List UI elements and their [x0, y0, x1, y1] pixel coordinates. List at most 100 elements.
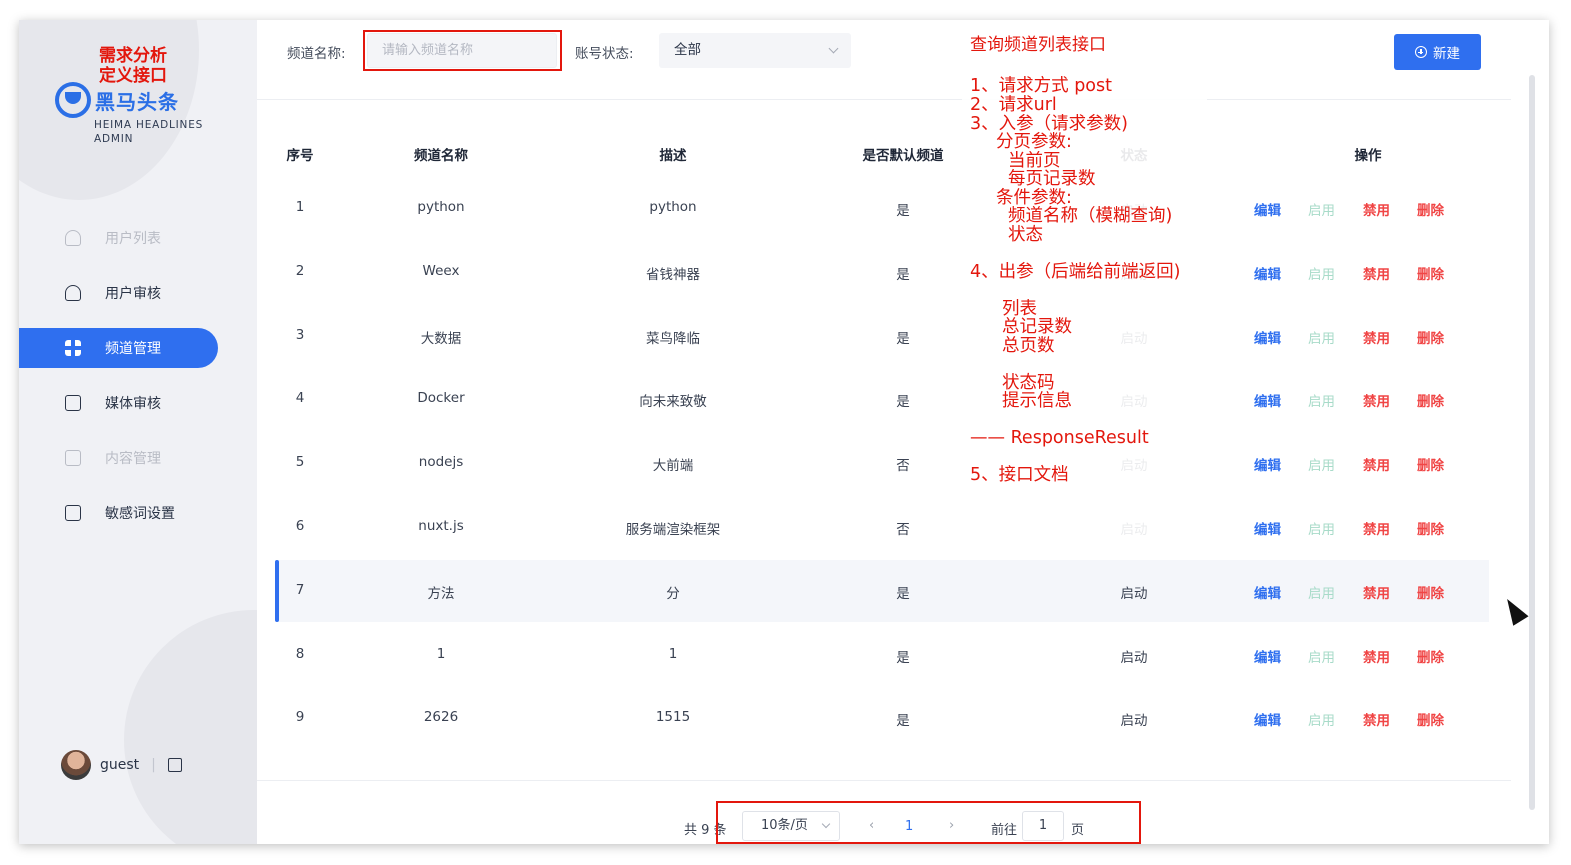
- cell-desc: 省钱神器: [646, 266, 700, 283]
- delete-button[interactable]: 删除: [1417, 646, 1444, 666]
- delete-button[interactable]: 删除: [1417, 518, 1444, 538]
- table-row[interactable]: 8 1 1 是 启动 编辑 启用 禁用 删除: [277, 624, 1489, 686]
- annotation-panel: 查询频道列表接口 1、请求方式 post 2、请求url 3、入参（请求参数) …: [962, 36, 1207, 558]
- disable-button[interactable]: 禁用: [1363, 454, 1390, 474]
- table-row[interactable]: 4Docker向未来致敬是启动编辑启用禁用删除: [277, 368, 1489, 430]
- table-row[interactable]: 2Weex省钱神器是启动编辑启用禁用删除: [277, 241, 1489, 303]
- disable-button[interactable]: 禁用: [1363, 327, 1390, 347]
- cell-name: Weex: [422, 262, 460, 279]
- disable-button[interactable]: 禁用: [1363, 518, 1390, 538]
- cell-name: 方法: [427, 585, 455, 602]
- delete-button[interactable]: 删除: [1417, 454, 1444, 474]
- cell-no: 8: [295, 645, 305, 662]
- cell-status: 启动: [1120, 713, 1148, 730]
- table-row[interactable]: 1pythonpython是启动编辑启用禁用删除: [277, 177, 1489, 239]
- cell-default: 否: [896, 522, 910, 538]
- enable-button[interactable]: 启用: [1308, 454, 1335, 474]
- chevron-down-icon: [828, 43, 839, 54]
- filter-bar: 频道名称: 请输入频道名称 账号状态: 全部 新建: [257, 20, 1511, 100]
- edit-button[interactable]: 编辑: [1254, 646, 1281, 666]
- vertical-scrollbar[interactable]: [1529, 75, 1535, 810]
- annotation-line: 状态码: [1002, 373, 1055, 393]
- cell-default: 是: [896, 330, 910, 347]
- annotation-line: 需求分析: [99, 46, 167, 66]
- cell-desc: 1515: [655, 709, 691, 726]
- status-select[interactable]: 全部: [659, 33, 851, 68]
- annotation-line: 总页数: [1002, 336, 1055, 356]
- cell-desc: 大前端: [652, 458, 694, 475]
- cell-name: 1: [436, 645, 446, 662]
- delete-button[interactable]: 删除: [1417, 263, 1444, 283]
- enable-button[interactable]: 启用: [1308, 709, 1335, 729]
- table-row[interactable]: 5nodejs大前端否启动编辑启用禁用删除: [277, 432, 1489, 494]
- avatar[interactable]: [61, 750, 91, 780]
- logo-text: 黑马头条: [95, 89, 179, 114]
- cell-default: 是: [896, 713, 910, 730]
- new-channel-button[interactable]: 新建: [1394, 34, 1481, 70]
- disable-button[interactable]: 禁用: [1363, 390, 1390, 410]
- sidebar-item-content-management[interactable]: 内容管理: [19, 438, 257, 478]
- cell-no: 9: [295, 709, 305, 726]
- sidebar-item-user-review[interactable]: 用户审核: [19, 273, 257, 313]
- delete-button[interactable]: 删除: [1417, 390, 1444, 410]
- enable-button[interactable]: 启用: [1308, 646, 1335, 666]
- enable-button[interactable]: 启用: [1308, 518, 1335, 538]
- cell-no: 6: [295, 518, 305, 534]
- sidebar: 需求分析 定义接口 黑马头条 HEIMA HEADLINES ADMIN 用户列…: [19, 20, 257, 844]
- annotation-line: 分页参数:: [996, 132, 1072, 152]
- header-no: 序号: [286, 148, 314, 164]
- sidebar-item-label: 媒体审核: [105, 396, 161, 412]
- annotation-box-pagination: [716, 801, 1141, 844]
- disable-button[interactable]: 禁用: [1363, 582, 1390, 602]
- enable-button[interactable]: 启用: [1308, 263, 1335, 283]
- table-row[interactable]: 6nuxt.js服务端渲染框架否启动编辑启用禁用删除: [277, 496, 1489, 558]
- delete-button[interactable]: 删除: [1417, 709, 1444, 729]
- enable-button[interactable]: 启用: [1308, 390, 1335, 410]
- cell-default: 是: [896, 203, 910, 219]
- user-box: guest |: [61, 750, 182, 780]
- logo-subtitle: HEIMA HEADLINES ADMIN: [94, 119, 204, 145]
- user-name: guest: [100, 757, 140, 773]
- annotation-line: 5、接口文档: [970, 465, 1069, 485]
- disable-button[interactable]: 禁用: [1363, 263, 1390, 283]
- header-default: 是否默认频道: [862, 148, 944, 164]
- sidebar-item-user-list[interactable]: 用户列表: [19, 218, 257, 258]
- logo-bird-icon: [55, 82, 91, 118]
- edit-button[interactable]: 编辑: [1254, 263, 1281, 283]
- table-row[interactable]: 9 2626 1515 是 启动 编辑 启用 禁用 删除: [277, 687, 1489, 749]
- edit-button[interactable]: 编辑: [1254, 390, 1281, 410]
- box-icon: [65, 450, 81, 466]
- bg-circle-bottom: [124, 610, 257, 844]
- delete-button[interactable]: 删除: [1417, 327, 1444, 347]
- cell-no: 5: [295, 454, 305, 471]
- disable-button[interactable]: 禁用: [1363, 199, 1390, 219]
- sidebar-item-channel-management[interactable]: 频道管理: [19, 328, 218, 368]
- delete-button[interactable]: 删除: [1417, 199, 1444, 219]
- annotation-line: 4、出参（后端给前端返回): [970, 262, 1181, 282]
- sidebar-item-media-review[interactable]: 媒体审核: [19, 383, 257, 423]
- disable-button[interactable]: 禁用: [1363, 646, 1390, 666]
- enable-button[interactable]: 启用: [1308, 327, 1335, 347]
- edit-button[interactable]: 编辑: [1254, 582, 1281, 602]
- edit-button[interactable]: 编辑: [1254, 518, 1281, 538]
- cell-name: python: [417, 199, 465, 215]
- cell-status: 启动: [1120, 585, 1148, 602]
- edit-button[interactable]: 编辑: [1254, 454, 1281, 474]
- table-row[interactable]: 7 方法 分 是 启动 编辑 启用 禁用 删除: [275, 559, 1489, 622]
- edit-button[interactable]: 编辑: [1254, 199, 1281, 219]
- cell-no: 7: [295, 581, 305, 598]
- app-window: 需求分析 定义接口 黑马头条 HEIMA HEADLINES ADMIN 用户列…: [19, 20, 1549, 844]
- cell-default: 是: [896, 585, 910, 602]
- edit-button[interactable]: 编辑: [1254, 327, 1281, 347]
- disable-button[interactable]: 禁用: [1363, 709, 1390, 729]
- table-row[interactable]: 3大数据菜鸟降临是启动编辑启用禁用删除: [277, 305, 1489, 367]
- enable-button[interactable]: 启用: [1308, 199, 1335, 219]
- media-review-icon: [65, 395, 81, 411]
- logout-icon[interactable]: [167, 758, 182, 772]
- sidebar-item-sensitive-words[interactable]: 敏感词设置: [19, 493, 257, 533]
- delete-button[interactable]: 删除: [1417, 582, 1444, 602]
- enable-button[interactable]: 启用: [1308, 582, 1335, 602]
- cell-no: 3: [295, 326, 305, 343]
- edit-button[interactable]: 编辑: [1254, 709, 1281, 729]
- status-select-value: 全部: [674, 42, 701, 58]
